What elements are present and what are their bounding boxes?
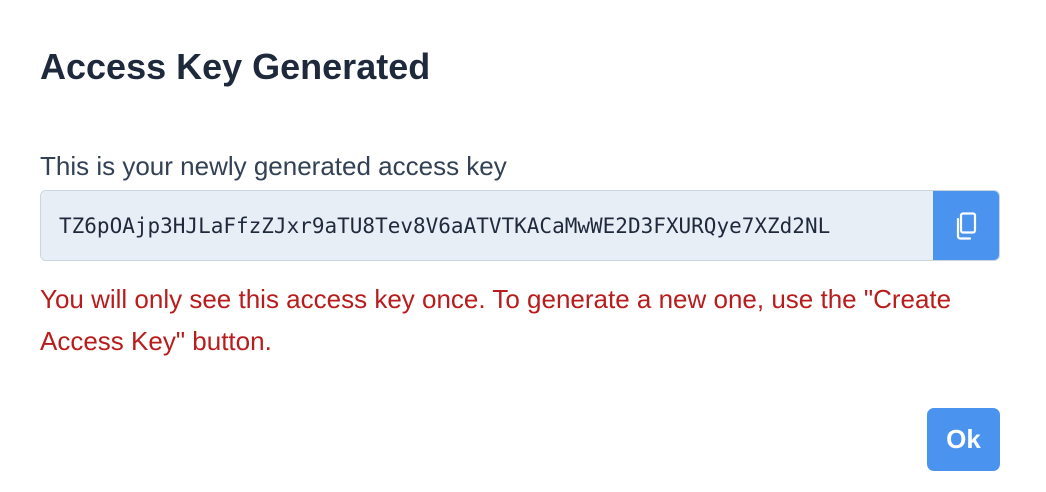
access-key-label: This is your newly generated access key bbox=[40, 151, 507, 181]
ok-button[interactable]: Ok bbox=[927, 408, 1000, 471]
access-key-input[interactable]: TZ6pOAjp3HJLaFfzZJxr9aTU8Tev8V6aATVTKACa… bbox=[41, 191, 933, 260]
warning-message: You will only see this access key once. … bbox=[40, 284, 952, 356]
access-key-field-group: TZ6pOAjp3HJLaFfzZJxr9aTU8Tev8V6aATVTKACa… bbox=[40, 190, 1000, 261]
copy-icon bbox=[955, 211, 977, 240]
access-key-dialog: Access Key Generated This is your newly … bbox=[0, 0, 1046, 492]
dialog-title: Access Key Generated bbox=[40, 46, 431, 87]
copy-button[interactable] bbox=[933, 191, 999, 260]
